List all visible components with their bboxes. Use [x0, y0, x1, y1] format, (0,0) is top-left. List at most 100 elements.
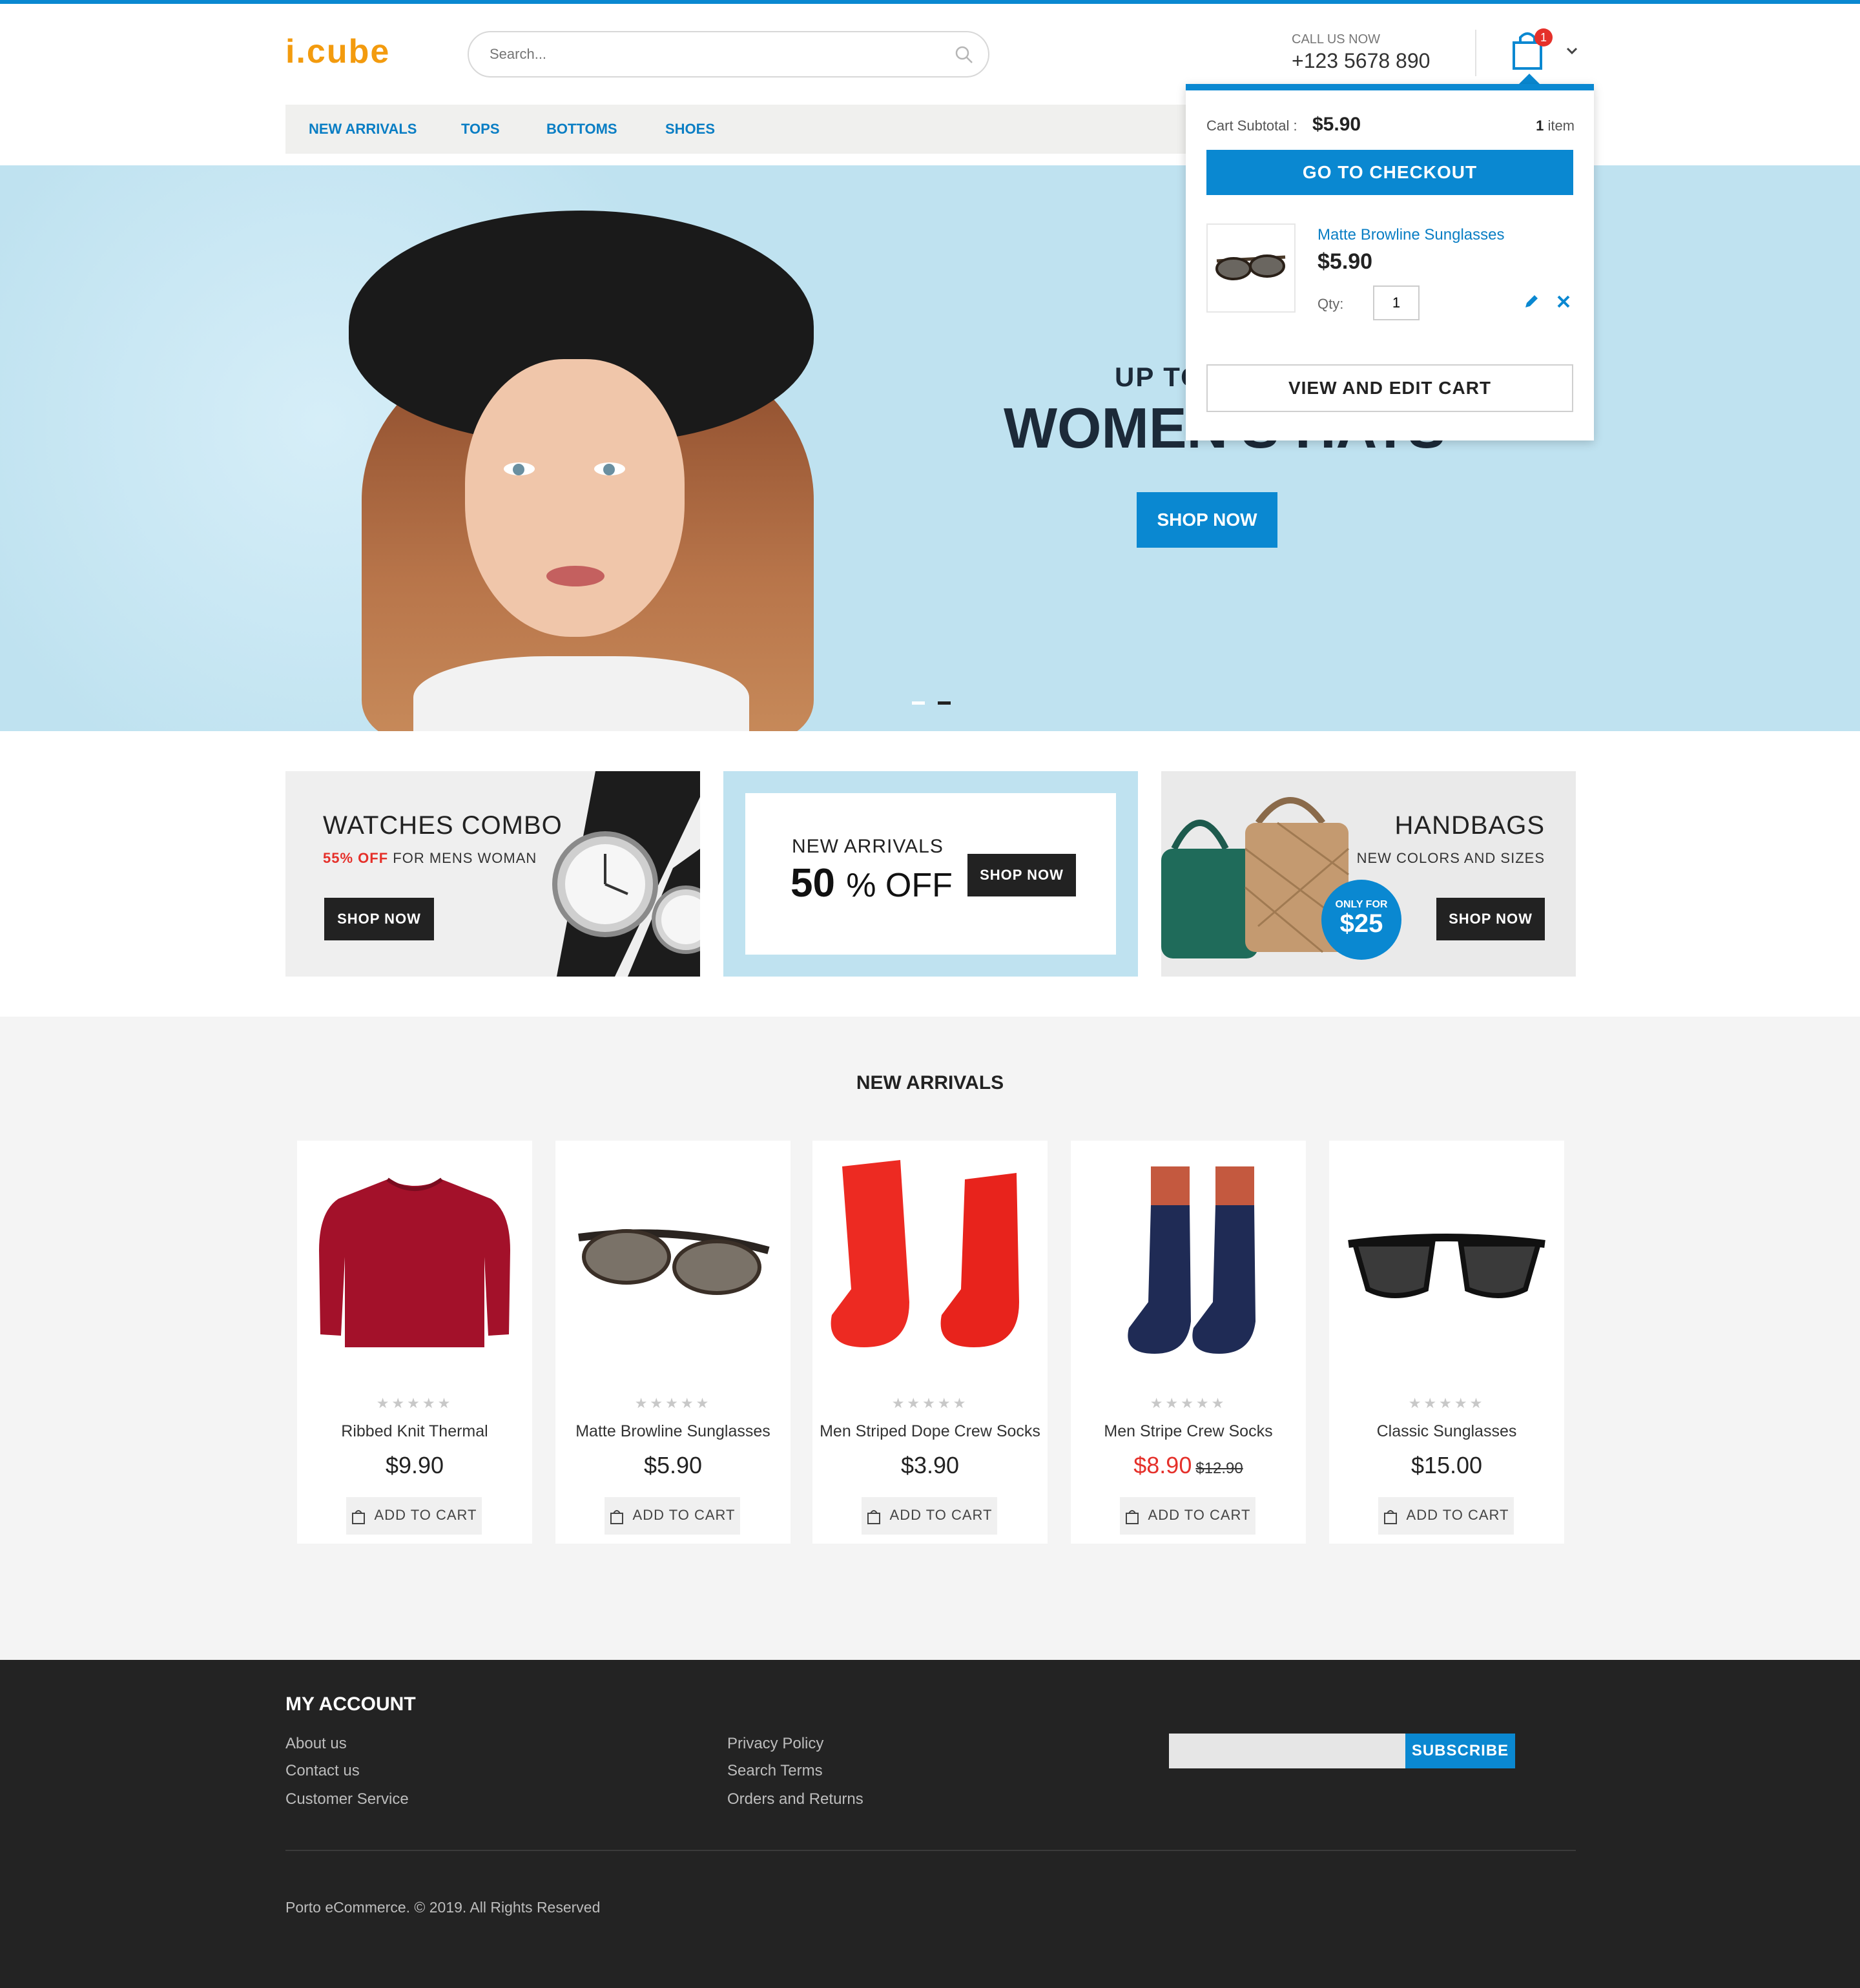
cart-item-thumbnail[interactable]	[1206, 223, 1296, 313]
footer-title: MY ACCOUNT	[285, 1693, 416, 1715]
product-name[interactable]: Matte Browline Sunglasses	[555, 1422, 790, 1441]
product-name[interactable]: Men Stripe Crew Socks	[1071, 1422, 1306, 1441]
product-price: $5.90	[555, 1452, 790, 1479]
product-price-value: $5.90	[643, 1452, 703, 1478]
bag-icon	[1383, 1509, 1397, 1524]
close-icon[interactable]	[1556, 295, 1571, 309]
product-name[interactable]: Men Striped Dope Crew Socks	[812, 1422, 1048, 1441]
newsletter-email-input[interactable]	[1169, 1734, 1407, 1768]
section-title: NEW ARRIVALS	[856, 1072, 1004, 1093]
bag-icon	[610, 1509, 623, 1524]
search-box[interactable]	[468, 31, 989, 78]
product-card[interactable]: ★★★★★ Matte Browline Sunglasses $5.90 AD…	[555, 1141, 790, 1544]
product-name[interactable]: Ribbed Knit Thermal	[297, 1422, 532, 1441]
nav-item-new-arrivals[interactable]: NEW ARRIVALS	[309, 105, 417, 154]
search-input[interactable]	[490, 41, 929, 67]
go-to-checkout-button[interactable]: GO TO CHECKOUT	[1206, 150, 1573, 195]
banner-discount: 55% OFF	[323, 850, 389, 866]
logo[interactable]: i.cube	[285, 32, 390, 71]
product-price: $15.00	[1329, 1452, 1564, 1479]
product-old-price: $12.90	[1195, 1460, 1243, 1477]
cart-subtotal-value: $5.90	[1312, 114, 1361, 135]
product-card[interactable]: ★★★★★ Men Striped Dope Crew Socks $3.90 …	[812, 1141, 1048, 1544]
browline-sunglasses-image	[578, 1229, 770, 1295]
nav-item-shoes[interactable]: SHOES	[665, 105, 715, 154]
add-to-cart-label: ADD TO CART	[1148, 1507, 1251, 1524]
red-socks-image	[831, 1160, 1019, 1347]
main-nav: NEW ARRIVALS TOPS BOTTOMS SHOES	[285, 105, 1203, 154]
footer-link-customer-service[interactable]: Customer Service	[285, 1790, 409, 1808]
product-price-value: $9.90	[385, 1452, 444, 1478]
product-name[interactable]: Classic Sunglasses	[1329, 1422, 1564, 1441]
footer-link-about[interactable]: About us	[285, 1735, 347, 1753]
banner-shop-now-button[interactable]: SHOP NOW	[967, 854, 1076, 896]
badge-price: $25	[1339, 909, 1383, 938]
cart-item-count: 1 item	[1536, 118, 1575, 134]
add-to-cart-button[interactable]: ADD TO CART	[1120, 1497, 1256, 1535]
banner-discount-suffix: % OFF	[846, 867, 953, 904]
add-to-cart-button[interactable]: ADD TO CART	[346, 1497, 482, 1535]
product-card[interactable]: ★★★★★ Classic Sunglasses $15.00 ADD TO C…	[1329, 1141, 1564, 1544]
footer-link-contact[interactable]: Contact us	[285, 1762, 360, 1780]
product-card[interactable]: ★★★★★ Ribbed Knit Thermal $9.90 ADD TO C…	[297, 1141, 532, 1544]
bag-icon	[867, 1509, 880, 1524]
price-badge: ONLY FOR $25	[1321, 880, 1401, 960]
product-card[interactable]: ★★★★★ Men Stripe Crew Socks $8.90 $12.90 …	[1071, 1141, 1306, 1544]
banner-new-arrivals[interactable]: NEW ARRIVALS 50 % OFF SHOP NOW	[723, 771, 1138, 977]
navy-socks-image	[1128, 1166, 1256, 1354]
product-price-value: $15.00	[1410, 1452, 1483, 1478]
add-to-cart-label: ADD TO CART	[889, 1507, 993, 1524]
banner-handbags[interactable]: HANDBAGS NEW COLORS AND SIZES SHOP NOW O…	[1161, 771, 1576, 977]
chevron-down-icon[interactable]	[1566, 47, 1578, 56]
banner-discount-number: 50	[790, 861, 835, 906]
classic-sunglasses-image	[1348, 1234, 1545, 1298]
cart-item-count-word: item	[1547, 118, 1575, 134]
rating-stars: ★★★★★	[1408, 1395, 1485, 1411]
qty-input[interactable]	[1373, 285, 1420, 320]
hero-model-shirt	[413, 656, 749, 731]
nav-item-tops[interactable]: TOPS	[461, 105, 500, 154]
footer-link-search-terms[interactable]: Search Terms	[727, 1762, 823, 1780]
banner-shop-now-button[interactable]: SHOP NOW	[1436, 898, 1545, 940]
footer-link-privacy[interactable]: Privacy Policy	[727, 1735, 823, 1753]
product-price: $3.90	[812, 1452, 1048, 1479]
search-icon[interactable]	[955, 45, 974, 65]
banner-watches[interactable]: WATCHES COMBO 55% OFF FOR MENS WOMAN SHO…	[285, 771, 700, 977]
sunglasses-thumb-icon	[1215, 254, 1286, 280]
dropdown-pointer	[1519, 74, 1540, 84]
phone-number[interactable]: +123 5678 890	[1292, 49, 1430, 73]
footer-link-orders-returns[interactable]: Orders and Returns	[727, 1790, 863, 1808]
slider-dot-active[interactable]	[938, 701, 951, 705]
cart-item-count-number: 1	[1536, 118, 1544, 134]
bag-icon	[351, 1509, 365, 1524]
banner-discount: 50 % OFF	[790, 860, 953, 906]
minicart-dropdown: Cart Subtotal : $5.90 1 item GO TO CHECK…	[1186, 84, 1594, 440]
rating-stars: ★★★★★	[891, 1395, 969, 1411]
slider-dot[interactable]	[912, 701, 925, 705]
banner-shop-now-button[interactable]: SHOP NOW	[324, 898, 434, 940]
banner-inner-card: NEW ARRIVALS 50 % OFF SHOP NOW	[745, 793, 1116, 955]
view-and-edit-cart-button[interactable]: VIEW AND EDIT CART	[1206, 364, 1573, 412]
add-to-cart-label: ADD TO CART	[374, 1507, 477, 1524]
qty-label: Qty:	[1318, 296, 1344, 312]
product-price: $9.90	[297, 1452, 532, 1479]
rating-stars: ★★★★★	[1150, 1395, 1227, 1411]
add-to-cart-button[interactable]: ADD TO CART	[1378, 1497, 1514, 1535]
banner-subtitle: NEW COLORS AND SIZES	[1356, 850, 1545, 866]
hero-model-eye	[594, 462, 625, 475]
product-price-value: $3.90	[900, 1452, 960, 1478]
footer-divider	[285, 1850, 1576, 1851]
nav-item-bottoms[interactable]: BOTTOMS	[546, 105, 617, 154]
bag-icon	[1125, 1509, 1139, 1524]
subscribe-button[interactable]: SUBSCRIBE	[1405, 1734, 1515, 1768]
add-to-cart-button[interactable]: ADD TO CART	[862, 1497, 997, 1535]
hero-model-face	[465, 359, 685, 637]
banner-title: NEW ARRIVALS	[792, 836, 944, 857]
hero-model-eye	[504, 462, 535, 475]
edit-icon[interactable]	[1523, 293, 1540, 310]
hero-model-lips	[546, 566, 604, 586]
rating-stars: ★★★★★	[376, 1395, 453, 1411]
hero-shop-now-button[interactable]: SHOP NOW	[1137, 492, 1277, 548]
add-to-cart-button[interactable]: ADD TO CART	[604, 1497, 740, 1535]
cart-item-name[interactable]: Matte Browline Sunglasses	[1318, 226, 1504, 244]
